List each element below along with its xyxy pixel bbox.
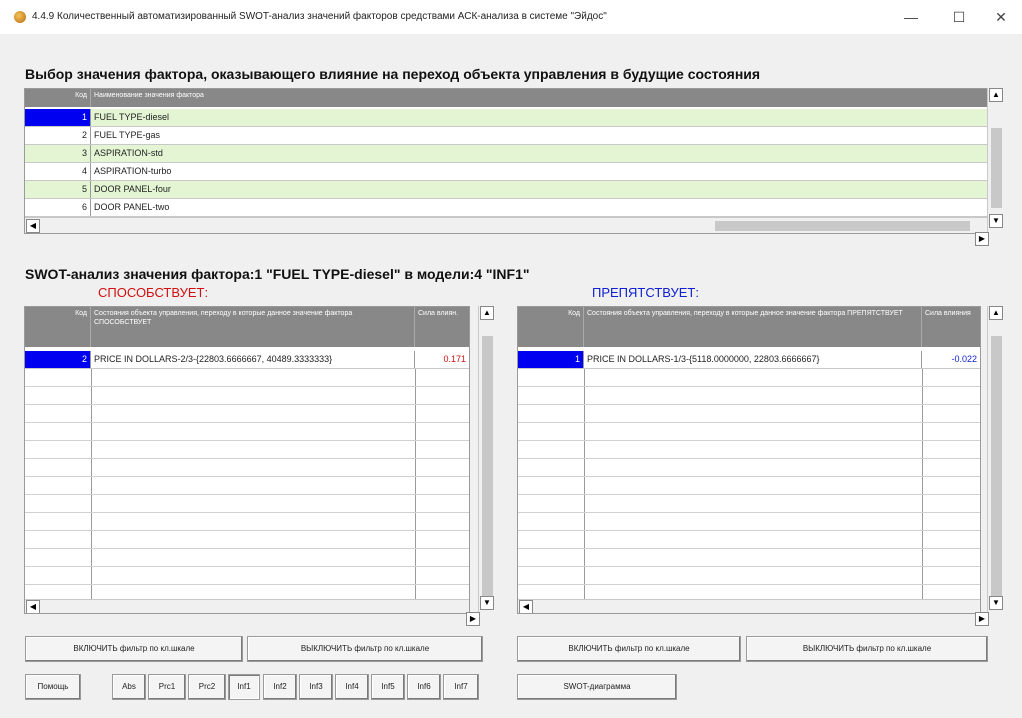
hinders-grid-vscroll[interactable]: ▲ ▼	[987, 306, 1005, 612]
model-button-inf4[interactable]: Inf4	[335, 674, 369, 700]
swot-heading: SWOT-анализ значения фактора:1 "FUEL TYP…	[25, 266, 530, 282]
row-name: ASPIRATION-turbo	[94, 166, 172, 176]
promotes-grid-vscroll[interactable]: ▲ ▼	[478, 306, 496, 612]
scroll-down-icon[interactable]: ▼	[989, 214, 1003, 228]
factor-row[interactable]: 3 ASPIRATION-std	[25, 145, 988, 163]
column-header-code[interactable]: Код	[25, 307, 91, 347]
row-code: 5	[25, 181, 91, 198]
model-button-prc2[interactable]: Prc2	[188, 674, 226, 700]
row-strength: 0.171	[443, 354, 466, 364]
row-code: 1	[518, 351, 584, 368]
factor-section-heading: Выбор значения фактора, оказывающего вли…	[25, 66, 761, 82]
row-name: ASPIRATION-std	[94, 148, 163, 158]
factor-grid-vscroll[interactable]: ▲ ▼	[987, 88, 1005, 232]
promotes-row[interactable]: 2 PRICE IN DOLLARS-2/3-{22803.6666667, 4…	[25, 351, 469, 369]
promotes-grid-header: Код Состояния объекта управления, перехо…	[25, 307, 469, 347]
column-header-strength[interactable]: Сила влияния	[922, 307, 980, 347]
right-enable-filter-button[interactable]: ВКЛЮЧИТЬ фильтр по кл.шкале	[517, 636, 741, 662]
promotes-grid[interactable]: Код Состояния объекта управления, перехо…	[24, 306, 470, 614]
row-code: 3	[25, 145, 91, 162]
promotes-grid-empty-rows	[25, 369, 469, 613]
row-strength: -0.022	[951, 354, 977, 364]
window-title: 4.4.9 Количественный автоматизированный …	[32, 11, 607, 22]
maximize-button[interactable]: ☐	[944, 6, 974, 28]
row-name: FUEL TYPE-gas	[94, 130, 161, 140]
row-state: PRICE IN DOLLARS-2/3-{22803.6666667, 404…	[91, 351, 415, 368]
help-button[interactable]: Помощь	[25, 674, 81, 700]
factor-row[interactable]: 1 FUEL TYPE-diesel	[25, 109, 988, 127]
row-code: 4	[25, 163, 91, 180]
model-button-inf1[interactable]: Inf1	[228, 674, 260, 700]
minimize-button[interactable]: —	[896, 6, 926, 28]
promotes-label: СПОСОБСТВУЕТ:	[98, 285, 209, 300]
model-button-inf5[interactable]: Inf5	[371, 674, 405, 700]
scroll-down-icon[interactable]: ▼	[989, 596, 1003, 610]
model-button-abs[interactable]: Abs	[112, 674, 146, 700]
model-button-inf2[interactable]: Inf2	[263, 674, 297, 700]
swot-diagram-button[interactable]: SWOT-диаграмма	[517, 674, 677, 700]
factor-row[interactable]: 4 ASPIRATION-turbo	[25, 163, 988, 181]
hinders-grid[interactable]: Код Состояния объекта управления, перехо…	[517, 306, 981, 614]
row-name: DOOR PANEL-four	[94, 184, 171, 194]
factor-grid[interactable]: Код Наименование значения фактора 1 FUEL…	[24, 88, 989, 234]
row-code: 2	[25, 351, 91, 368]
model-button-inf7[interactable]: Inf7	[443, 674, 479, 700]
scroll-right-icon[interactable]: ▶	[975, 612, 989, 626]
scroll-left-icon[interactable]: ◀	[26, 219, 40, 233]
column-header-code[interactable]: Код	[518, 307, 584, 347]
hinders-row[interactable]: 1 PRICE IN DOLLARS-1/3-{5118.0000000, 22…	[518, 351, 980, 369]
vscroll-thumb[interactable]	[991, 128, 1002, 208]
hinders-grid-header: Код Состояния объекта управления, перехо…	[518, 307, 980, 347]
row-name: DOOR PANEL-two	[94, 202, 170, 212]
hinders-grid-hscroll[interactable]: ◀	[518, 599, 980, 613]
model-button-prc1[interactable]: Prc1	[148, 674, 186, 700]
scroll-right-icon[interactable]: ▶	[975, 232, 989, 246]
row-code: 6	[25, 199, 91, 216]
scroll-up-icon[interactable]: ▲	[989, 88, 1003, 102]
scroll-left-icon[interactable]: ◀	[26, 600, 40, 613]
left-disable-filter-button[interactable]: ВЫКЛЮЧИТЬ фильтр по кл.шкале	[247, 636, 483, 662]
app-icon	[14, 11, 26, 23]
promotes-grid-hscroll[interactable]: ◀	[25, 599, 469, 613]
window-titlebar: 4.4.9 Количественный автоматизированный …	[0, 0, 1022, 34]
right-disable-filter-button[interactable]: ВЫКЛЮЧИТЬ фильтр по кл.шкале	[746, 636, 988, 662]
factor-row[interactable]: 6 DOOR PANEL-two	[25, 199, 988, 217]
factor-grid-header: Код Наименование значения фактора	[25, 89, 988, 107]
column-header-states[interactable]: Состояния объекта управления, переходу в…	[91, 307, 415, 347]
column-header-code[interactable]: Код	[25, 89, 91, 107]
row-code: 2	[25, 127, 91, 144]
hinders-grid-empty-rows	[518, 369, 980, 613]
model-button-inf3[interactable]: Inf3	[299, 674, 333, 700]
close-button[interactable]: ✕	[986, 6, 1016, 28]
factor-row[interactable]: 5 DOOR PANEL-four	[25, 181, 988, 199]
column-header-states[interactable]: Состояния объекта управления, переходу в…	[584, 307, 922, 347]
hscroll-thumb[interactable]	[715, 221, 970, 231]
model-button-inf6[interactable]: Inf6	[407, 674, 441, 700]
scroll-left-icon[interactable]: ◀	[519, 600, 533, 613]
scroll-right-icon[interactable]: ▶	[466, 612, 480, 626]
column-header-strength[interactable]: Сила влиян.	[415, 307, 469, 347]
row-state: PRICE IN DOLLARS-1/3-{5118.0000000, 2280…	[584, 351, 922, 368]
factor-grid-hscroll[interactable]: ◀	[25, 217, 988, 233]
column-header-name[interactable]: Наименование значения фактора	[91, 89, 988, 107]
row-name: FUEL TYPE-diesel	[94, 112, 170, 122]
vscroll-thumb[interactable]	[991, 336, 1002, 598]
vscroll-thumb[interactable]	[482, 336, 493, 598]
hinders-label: ПРЕПЯТСТВУЕТ:	[592, 285, 699, 300]
scroll-up-icon[interactable]: ▲	[480, 306, 494, 320]
row-code: 1	[25, 109, 91, 126]
scroll-down-icon[interactable]: ▼	[480, 596, 494, 610]
scroll-up-icon[interactable]: ▲	[989, 306, 1003, 320]
factor-row[interactable]: 2 FUEL TYPE-gas	[25, 127, 988, 145]
left-enable-filter-button[interactable]: ВКЛЮЧИТЬ фильтр по кл.шкале	[25, 636, 243, 662]
